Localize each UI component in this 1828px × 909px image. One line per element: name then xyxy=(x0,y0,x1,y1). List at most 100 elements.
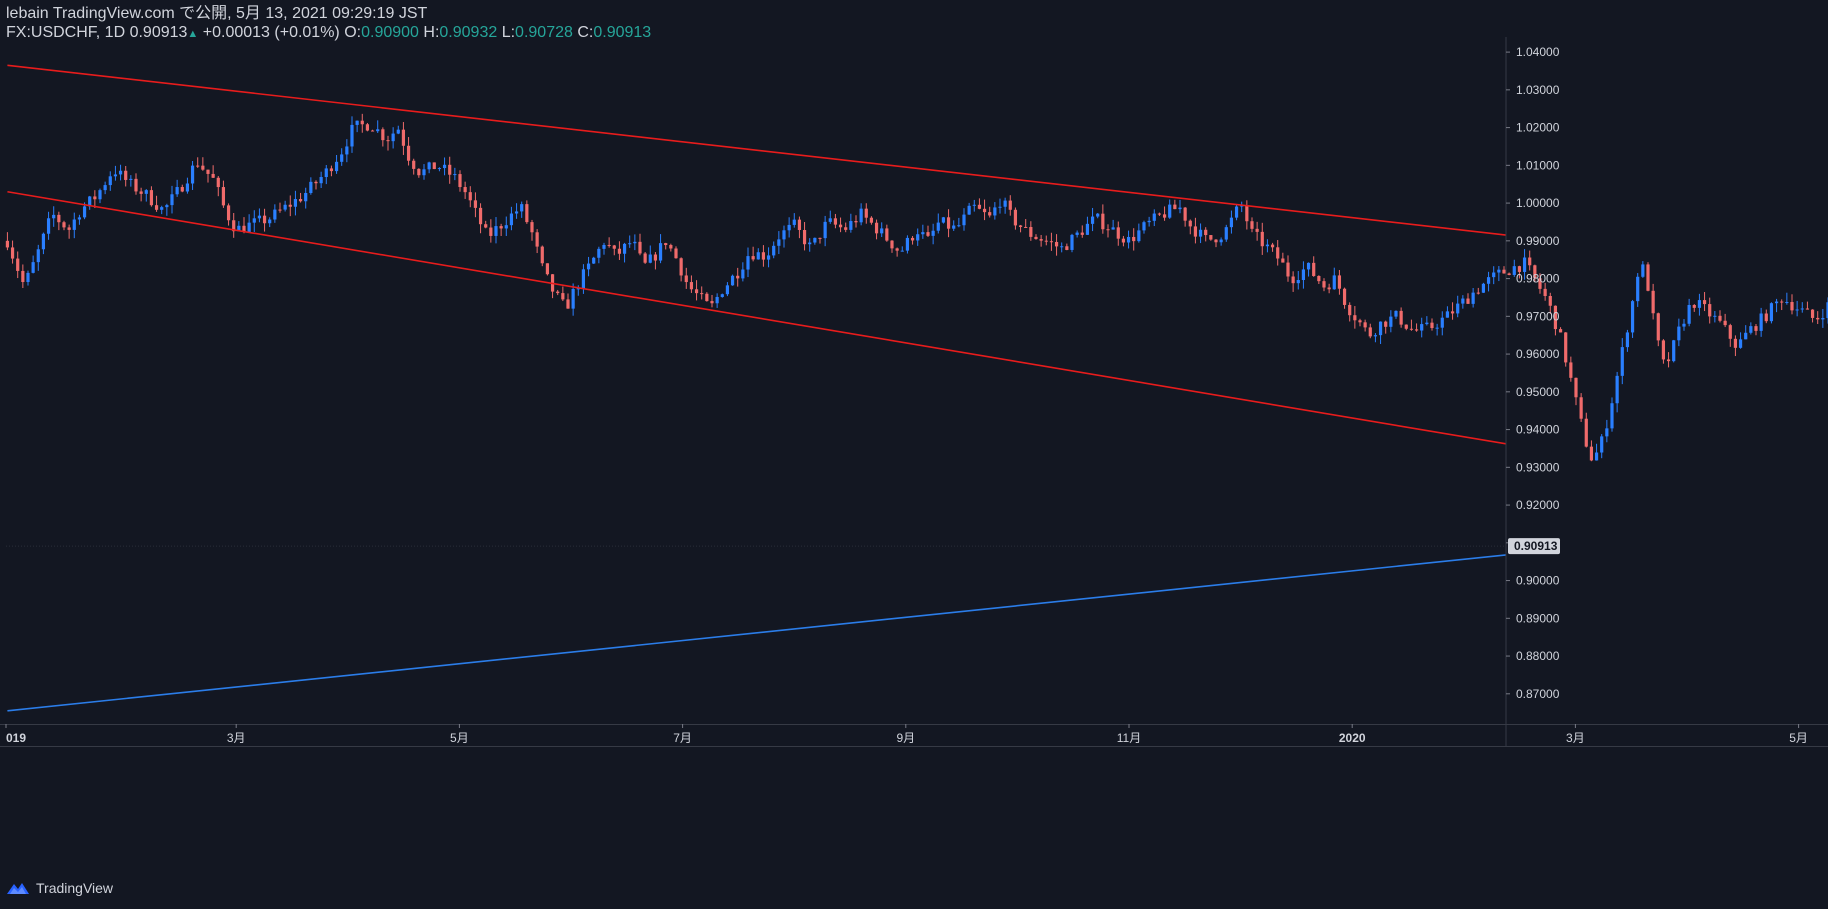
candle xyxy=(1625,329,1630,352)
candle-body xyxy=(1502,269,1506,274)
candle xyxy=(1759,307,1763,337)
candle-body xyxy=(1296,279,1300,284)
candle-body xyxy=(921,232,925,235)
y-tick-label: 0.87000 xyxy=(1516,687,1560,701)
candle-body xyxy=(1486,277,1491,284)
candle-body xyxy=(1471,292,1475,304)
candle-body xyxy=(1178,207,1182,210)
candle xyxy=(1805,301,1810,310)
candle-body xyxy=(1492,272,1496,278)
candle-body xyxy=(381,129,385,141)
x-tick-label: 3月 xyxy=(1566,731,1585,745)
candle-body xyxy=(1744,332,1748,340)
candle-body xyxy=(1373,335,1378,337)
candle-body xyxy=(1111,227,1115,230)
candle-body xyxy=(1276,247,1280,259)
candle-body xyxy=(844,227,848,230)
x-tick-label: 5月 xyxy=(450,731,469,745)
candle-body xyxy=(1121,238,1126,243)
candle-body xyxy=(664,243,668,246)
x-tick-label: 7月 xyxy=(673,731,692,745)
candle-body xyxy=(792,219,796,225)
candle-body xyxy=(345,146,349,155)
candle-body xyxy=(1450,311,1455,314)
candle xyxy=(730,274,735,286)
candle xyxy=(1708,297,1712,324)
candle-body xyxy=(1270,244,1275,248)
price-change: +0.00013 (+0.01%) xyxy=(202,24,340,41)
candle-body xyxy=(1008,200,1012,210)
candle-body xyxy=(972,204,976,206)
candle-body xyxy=(165,205,169,208)
candle xyxy=(432,162,436,170)
candle-body xyxy=(1651,290,1655,314)
candle xyxy=(1600,434,1604,459)
candle-body xyxy=(1173,204,1177,210)
candle-body xyxy=(1250,221,1254,229)
price-chart[interactable]: 1.04000 1.03000 1.02000 1.01000 1.00000 0.990… xyxy=(0,0,1828,909)
candle-body xyxy=(977,204,982,209)
candle-body xyxy=(1132,236,1136,242)
symbol-interval[interactable]: FX:USDCHF, 1D xyxy=(6,24,125,41)
candle-body xyxy=(545,263,550,275)
candle-body xyxy=(288,204,292,207)
candle-body xyxy=(1018,225,1023,227)
candle-body xyxy=(1461,298,1465,304)
candle-body xyxy=(1584,418,1588,447)
candle-body xyxy=(1543,288,1547,296)
candle-body xyxy=(566,299,570,309)
candle-body xyxy=(406,145,411,161)
candle-body xyxy=(1697,300,1702,308)
candle xyxy=(1579,393,1583,422)
candle-body xyxy=(1528,257,1532,266)
candle-body xyxy=(278,209,282,211)
candle-body xyxy=(746,256,750,270)
candle-body xyxy=(396,129,400,134)
y-tick-label: 0.88000 xyxy=(1516,649,1560,663)
candle-body xyxy=(952,225,956,229)
candle-body xyxy=(643,253,647,263)
candle-body xyxy=(1476,292,1480,294)
candle-body xyxy=(1708,304,1712,317)
candle xyxy=(1728,323,1732,347)
candle xyxy=(1718,310,1722,323)
tradingview-branding[interactable]: TradingView xyxy=(6,880,113,896)
candle-body xyxy=(226,205,231,221)
candle-body xyxy=(1358,320,1362,323)
high-label: H: xyxy=(423,24,440,41)
candle-body xyxy=(1564,332,1568,363)
candle-body xyxy=(1677,326,1681,341)
candle xyxy=(1630,299,1635,338)
candle-body xyxy=(46,218,51,234)
candle-body xyxy=(756,252,760,260)
candle-body xyxy=(484,224,488,228)
candle-body xyxy=(16,258,20,271)
candle-body xyxy=(808,242,812,245)
candle-body xyxy=(777,239,781,246)
open-value: 0.90900 xyxy=(361,24,419,41)
candle-body xyxy=(340,154,344,162)
candle-body xyxy=(1342,288,1347,305)
candle-body xyxy=(1718,315,1722,321)
candle-body xyxy=(1404,324,1408,329)
candle-body xyxy=(1425,322,1429,325)
candle-body xyxy=(1029,227,1033,237)
candle-body xyxy=(658,243,663,261)
candle-body xyxy=(1625,332,1630,348)
candle-body xyxy=(1456,303,1460,314)
candle-body xyxy=(1090,216,1095,224)
candle-body xyxy=(1522,257,1527,272)
candle-body xyxy=(936,222,940,231)
candle-body xyxy=(1142,222,1146,231)
candle-body xyxy=(57,214,61,223)
low-value: 0.90728 xyxy=(515,24,573,41)
candle-body xyxy=(1594,452,1599,461)
candle-body xyxy=(154,205,159,210)
candle-body xyxy=(1106,229,1110,231)
candle-body xyxy=(509,213,514,226)
candle-body xyxy=(309,181,313,193)
candle xyxy=(1594,443,1599,461)
candle-body xyxy=(1034,236,1038,240)
candle-body xyxy=(401,129,406,146)
plot-area[interactable] xyxy=(6,37,1506,724)
